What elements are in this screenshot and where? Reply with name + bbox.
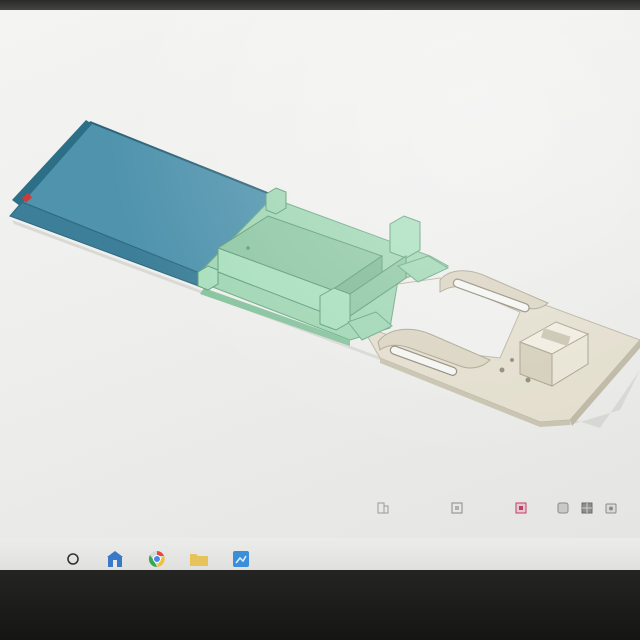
post-back-left bbox=[265, 187, 287, 215]
display-mode-icon[interactable] bbox=[556, 501, 570, 515]
screw-hole-3 bbox=[510, 358, 514, 362]
fit-view-icon[interactable] bbox=[450, 501, 464, 515]
screw-hole-2 bbox=[525, 377, 531, 383]
grid-icon[interactable] bbox=[580, 501, 594, 515]
screw-hole-1 bbox=[499, 367, 505, 373]
chrome-icon[interactable] bbox=[146, 548, 168, 570]
mount-hole bbox=[246, 246, 250, 250]
monitor-bezel-bottom bbox=[0, 570, 640, 640]
app-icon[interactable] bbox=[230, 548, 252, 570]
zoom-icon[interactable] bbox=[376, 501, 390, 515]
folder-icon[interactable] bbox=[188, 548, 210, 570]
section-icon[interactable] bbox=[514, 501, 528, 515]
search-icon[interactable] bbox=[62, 548, 84, 570]
camera-icon[interactable] bbox=[604, 501, 618, 515]
post-back-right bbox=[389, 215, 421, 259]
model-canvas[interactable] bbox=[0, 10, 640, 505]
view-toolbar bbox=[360, 492, 640, 524]
store-icon[interactable] bbox=[104, 548, 126, 570]
screen bbox=[0, 10, 640, 580]
post-front-right bbox=[319, 287, 351, 331]
base-part[interactable] bbox=[359, 270, 640, 427]
model-viewport[interactable] bbox=[0, 10, 640, 505]
